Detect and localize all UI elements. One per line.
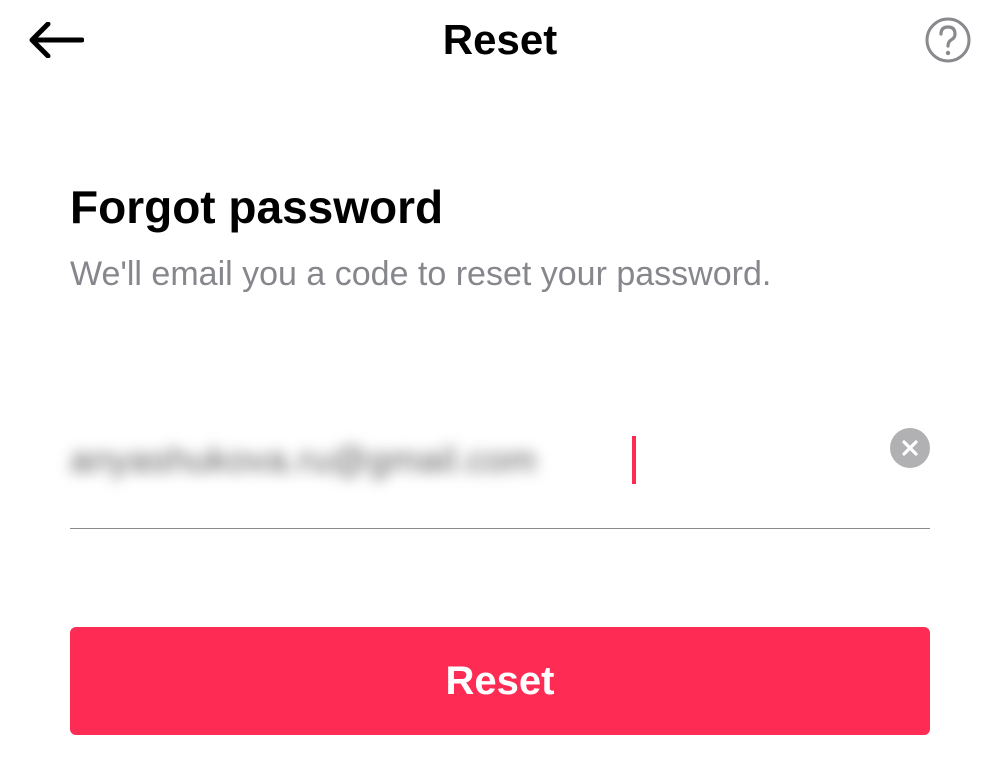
email-input-row [70,436,930,529]
header-title: Reset [443,16,557,64]
page-subtext: We'll email you a code to reset your pas… [70,252,930,296]
back-arrow-icon [28,22,84,58]
page-heading: Forgot password [70,180,930,234]
header-bar: Reset [0,0,1000,80]
back-button[interactable] [28,12,84,68]
help-icon [924,16,972,64]
text-cursor [632,436,636,484]
content-area: Forgot password We'll email you a code t… [0,80,1000,735]
clear-input-button[interactable] [890,428,930,468]
email-field[interactable] [70,439,630,481]
close-icon [900,438,920,458]
help-button[interactable] [924,16,972,64]
reset-button[interactable]: Reset [70,627,930,735]
